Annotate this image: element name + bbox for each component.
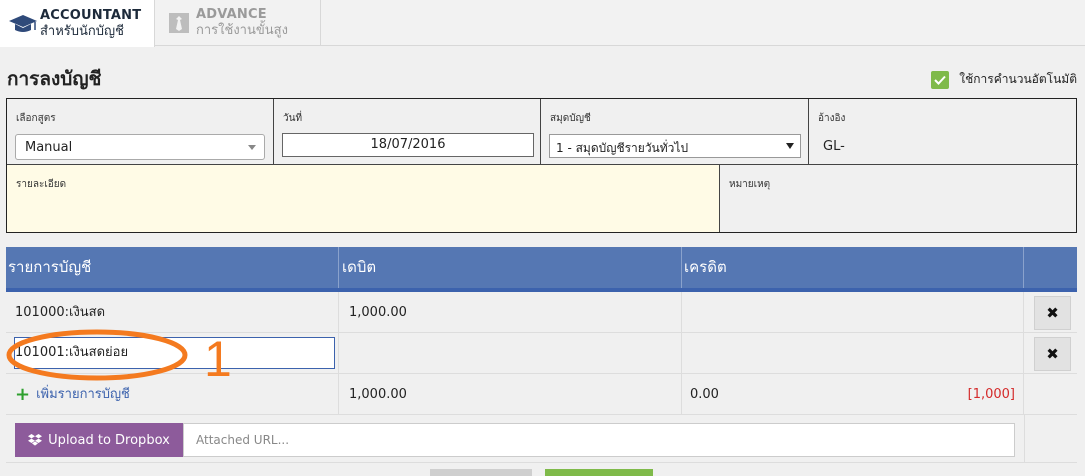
reference-value: GL- xyxy=(823,139,845,154)
delete-row-button[interactable]: ✖ xyxy=(1034,337,1071,371)
row-actions xyxy=(1024,415,1077,463)
row-actions xyxy=(1024,374,1077,415)
upload-dropbox-label: Upload to Dropbox xyxy=(48,432,170,448)
annotation-number: 1 xyxy=(204,331,232,387)
upload-dropbox-button[interactable]: Upload to Dropbox xyxy=(15,423,183,457)
attached-url-input[interactable]: Attached URL... xyxy=(183,423,1015,457)
top-tab-bar: ACCOUNTANT สำหรับนักบัญชี ADVANCE การใช้… xyxy=(0,0,1085,47)
date-cell: วันที่ 18/07/2016 xyxy=(274,99,541,165)
difference-value: [1,000] xyxy=(967,387,1015,402)
description-field[interactable]: รายละเอียด xyxy=(7,165,720,232)
graduation-cap-icon xyxy=(6,13,40,35)
tab-accountant[interactable]: ACCOUNTANT สำหรับนักบัญชี xyxy=(0,0,155,47)
tab-advance[interactable]: ADVANCE การใช้งานขั้นสูง xyxy=(156,0,321,46)
tab-advance-title: ADVANCE xyxy=(196,7,267,22)
table-header: รายการบัญชี เดบิต เครดิต xyxy=(6,247,1077,292)
chevron-down-icon xyxy=(786,143,794,149)
upload-row: Upload to Dropbox Attached URL... xyxy=(6,415,1077,463)
header-credit: เครดิต xyxy=(682,247,1024,288)
total-credit-cell: 0.00 [1,000] xyxy=(682,374,1024,415)
row-credit[interactable] xyxy=(682,333,1024,374)
chevron-down-icon xyxy=(248,145,256,150)
auto-calc-checkbox[interactable] xyxy=(931,70,950,89)
cancel-button[interactable] xyxy=(430,469,532,476)
auto-calc-toggle[interactable]: ใช้การคำนวนอัตโนมัติ xyxy=(931,70,1077,89)
date-label: วันที่ xyxy=(283,113,303,124)
close-icon: ✖ xyxy=(1046,344,1059,363)
header-debit: เดบิต xyxy=(339,247,682,288)
header-actions xyxy=(1024,247,1077,288)
reference-cell: อ้างอิง GL- xyxy=(809,99,1078,165)
book-select[interactable]: 1 - สมุดบัญชีรายวันทั่วไป xyxy=(549,134,801,158)
row-debit[interactable]: 1,000.00 xyxy=(339,292,682,333)
row-credit[interactable] xyxy=(682,292,1024,333)
row-debit[interactable] xyxy=(339,333,682,374)
page-title: การลงบัญชี xyxy=(7,68,102,90)
dropbox-icon xyxy=(28,434,43,446)
book-cell: สมุดบัญชี 1 - สมุดบัญชีรายวันทั่วไป xyxy=(541,99,809,165)
header-account: รายการบัญชี xyxy=(6,247,339,288)
book-label: สมุดบัญชี xyxy=(550,113,591,124)
annotation-ellipse xyxy=(6,329,188,381)
tab-advance-subtitle: การใช้งานขั้นสูง xyxy=(196,23,288,38)
reference-label: อ้างอิง xyxy=(818,113,846,124)
tab-accountant-title: ACCOUNTANT xyxy=(40,7,142,23)
formula-select-value: Manual xyxy=(25,140,73,155)
save-button[interactable] xyxy=(545,469,653,476)
date-input[interactable]: 18/07/2016 xyxy=(282,133,534,157)
journal-header-form: เลือกสูตร Manual วันที่ 18/07/2016 สมุดบ… xyxy=(6,98,1078,233)
tab-accountant-subtitle: สำหรับนักบัญชี xyxy=(40,23,124,39)
total-debit: 1,000.00 xyxy=(339,374,682,415)
formula-select[interactable]: Manual xyxy=(15,134,265,160)
tie-icon xyxy=(162,12,196,34)
description-label: รายละเอียด xyxy=(16,179,67,190)
note-field[interactable]: หมายเหตุ xyxy=(720,165,1078,232)
total-credit: 0.00 xyxy=(690,387,719,402)
formula-label: เลือกสูตร xyxy=(16,113,56,124)
note-label: หมายเหตุ xyxy=(729,179,771,190)
row-actions: ✖ xyxy=(1024,333,1077,374)
book-select-value: 1 - สมุดบัญชีรายวันทั่วไป xyxy=(556,141,689,155)
row-actions: ✖ xyxy=(1024,292,1077,333)
auto-calc-label: ใช้การคำนวนอัตโนมัติ xyxy=(959,72,1077,86)
close-icon: ✖ xyxy=(1046,303,1059,322)
delete-row-button[interactable]: ✖ xyxy=(1034,296,1071,330)
formula-cell: เลือกสูตร Manual xyxy=(7,99,274,165)
